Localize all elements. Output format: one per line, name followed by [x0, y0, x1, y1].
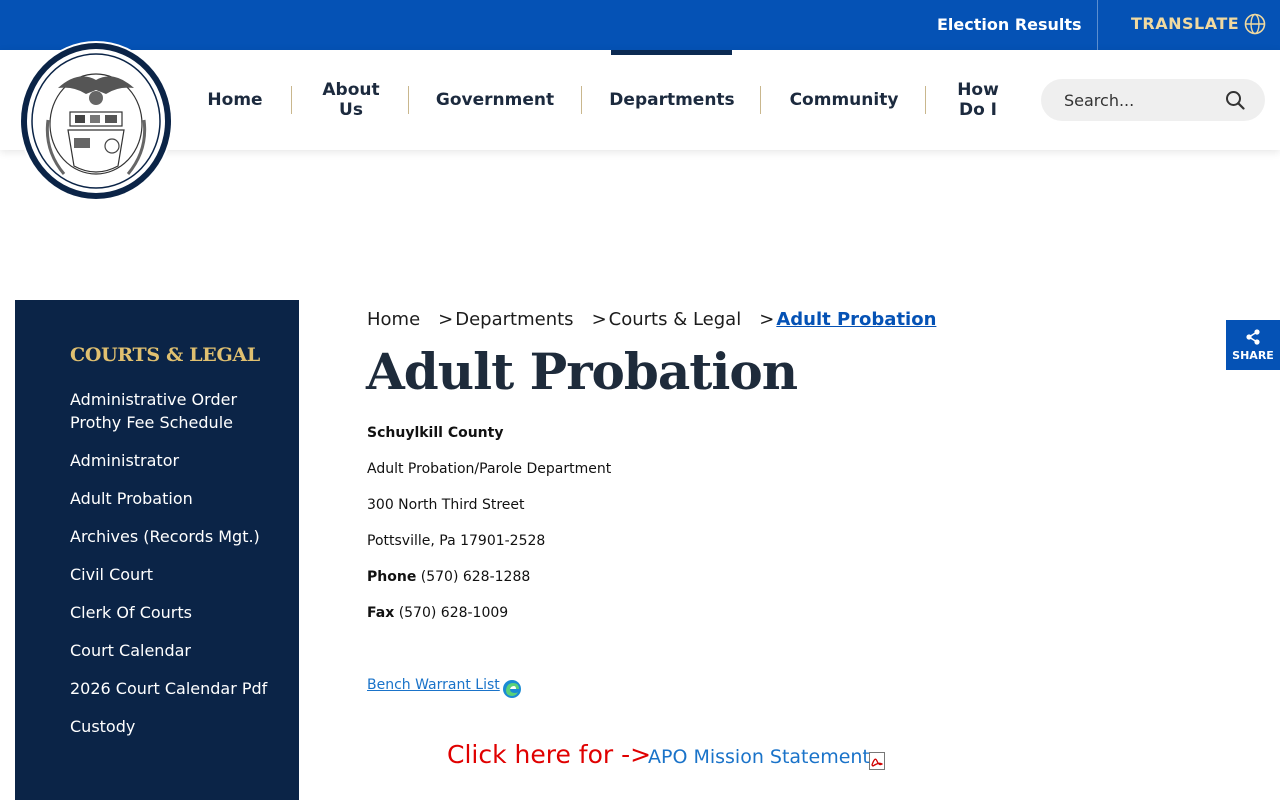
nav-government[interactable]: Government: [432, 50, 558, 150]
department-name: Adult Probation/Parole Department: [367, 461, 612, 477]
phone-line: Phone (570) 628-1288: [367, 569, 530, 585]
globe-icon[interactable]: [1244, 13, 1266, 35]
nav-separator: [291, 86, 292, 114]
click-here-text: Click here for ->: [447, 740, 652, 769]
search-icon[interactable]: [1225, 90, 1245, 110]
sidebar-item-civil-court[interactable]: Civil Court: [70, 563, 270, 586]
breadcrumb-separator: >: [438, 309, 454, 330]
edge-browser-icon: [503, 680, 521, 698]
breadcrumb-departments[interactable]: Departments: [455, 309, 573, 330]
nav-community[interactable]: Community: [784, 50, 904, 150]
county-seal-logo[interactable]: [18, 40, 174, 202]
org-name: Schuylkill County: [367, 425, 503, 441]
share-label: SHARE: [1232, 349, 1274, 362]
page-title: Adult Probation: [366, 342, 798, 401]
election-results-link[interactable]: Election Results: [937, 15, 1082, 34]
bench-warrant-link[interactable]: Bench Warrant List: [367, 677, 500, 693]
sidebar-nav-list: Administrative Order Prothy Fee Schedule…: [70, 388, 270, 753]
fax-label: Fax: [367, 605, 395, 621]
breadcrumb-home[interactable]: Home: [367, 309, 420, 330]
city-address: Pottsville, Pa 17901-2528: [367, 533, 546, 549]
sidebar-item-court-calendar[interactable]: Court Calendar: [70, 639, 270, 662]
nav-home[interactable]: Home: [200, 50, 270, 150]
section-sidebar: COURTS & LEGAL Administrative Order Prot…: [15, 300, 299, 800]
nav-active-indicator: [611, 50, 732, 55]
sidebar-item-administrator[interactable]: Administrator: [70, 449, 270, 472]
sidebar-title: COURTS & LEGAL: [70, 344, 260, 366]
search-input[interactable]: [1064, 90, 1234, 110]
sidebar-item-2026-court-calendar[interactable]: 2026 Court Calendar Pdf: [70, 677, 270, 700]
org-name-text: Schuylkill County: [367, 425, 504, 441]
sidebar-item-archives[interactable]: Archives (Records Mgt.): [70, 525, 270, 548]
breadcrumb: Home > Departments > Courts & Legal > Adult Pr…: [367, 309, 936, 330]
share-icon: [1246, 329, 1260, 345]
fax-number: (570) 628-1009: [398, 605, 509, 621]
nav-separator: [760, 86, 761, 114]
share-button[interactable]: SHARE: [1226, 320, 1280, 370]
pdf-icon: [869, 752, 885, 770]
nav-departments[interactable]: Departments: [606, 50, 738, 150]
topbar-divider: [1097, 0, 1098, 50]
sidebar-item-custody[interactable]: Custody: [70, 715, 270, 738]
top-utility-bar: Election Results TRANSLATE: [0, 0, 1280, 50]
nav-separator: [408, 86, 409, 114]
breadcrumb-courts-legal[interactable]: Courts & Legal: [609, 309, 742, 330]
sidebar-item-administrative-order[interactable]: Administrative Order Prothy Fee Schedule: [70, 388, 270, 434]
street-address: 300 North Third Street: [367, 497, 525, 513]
phone-label: Phone: [367, 569, 417, 585]
nav-separator: [925, 86, 926, 114]
mission-statement-link[interactable]: APO Mission Statement: [648, 746, 870, 768]
translate-button[interactable]: TRANSLATE: [1131, 14, 1239, 33]
sidebar-item-adult-probation[interactable]: Adult Probation: [70, 487, 270, 510]
nav-how-do-i[interactable]: How Do I: [948, 50, 1008, 150]
nav-separator: [581, 86, 582, 114]
breadcrumb-current[interactable]: Adult Probation: [776, 309, 936, 330]
phone-number: (570) 628-1288: [420, 569, 531, 585]
breadcrumb-separator: >: [591, 309, 607, 330]
nav-about-us[interactable]: About Us: [316, 50, 386, 150]
sidebar-item-clerk-of-courts[interactable]: Clerk Of Courts: [70, 601, 270, 624]
fax-line: Fax (570) 628-1009: [367, 605, 508, 621]
breadcrumb-separator: >: [759, 309, 775, 330]
